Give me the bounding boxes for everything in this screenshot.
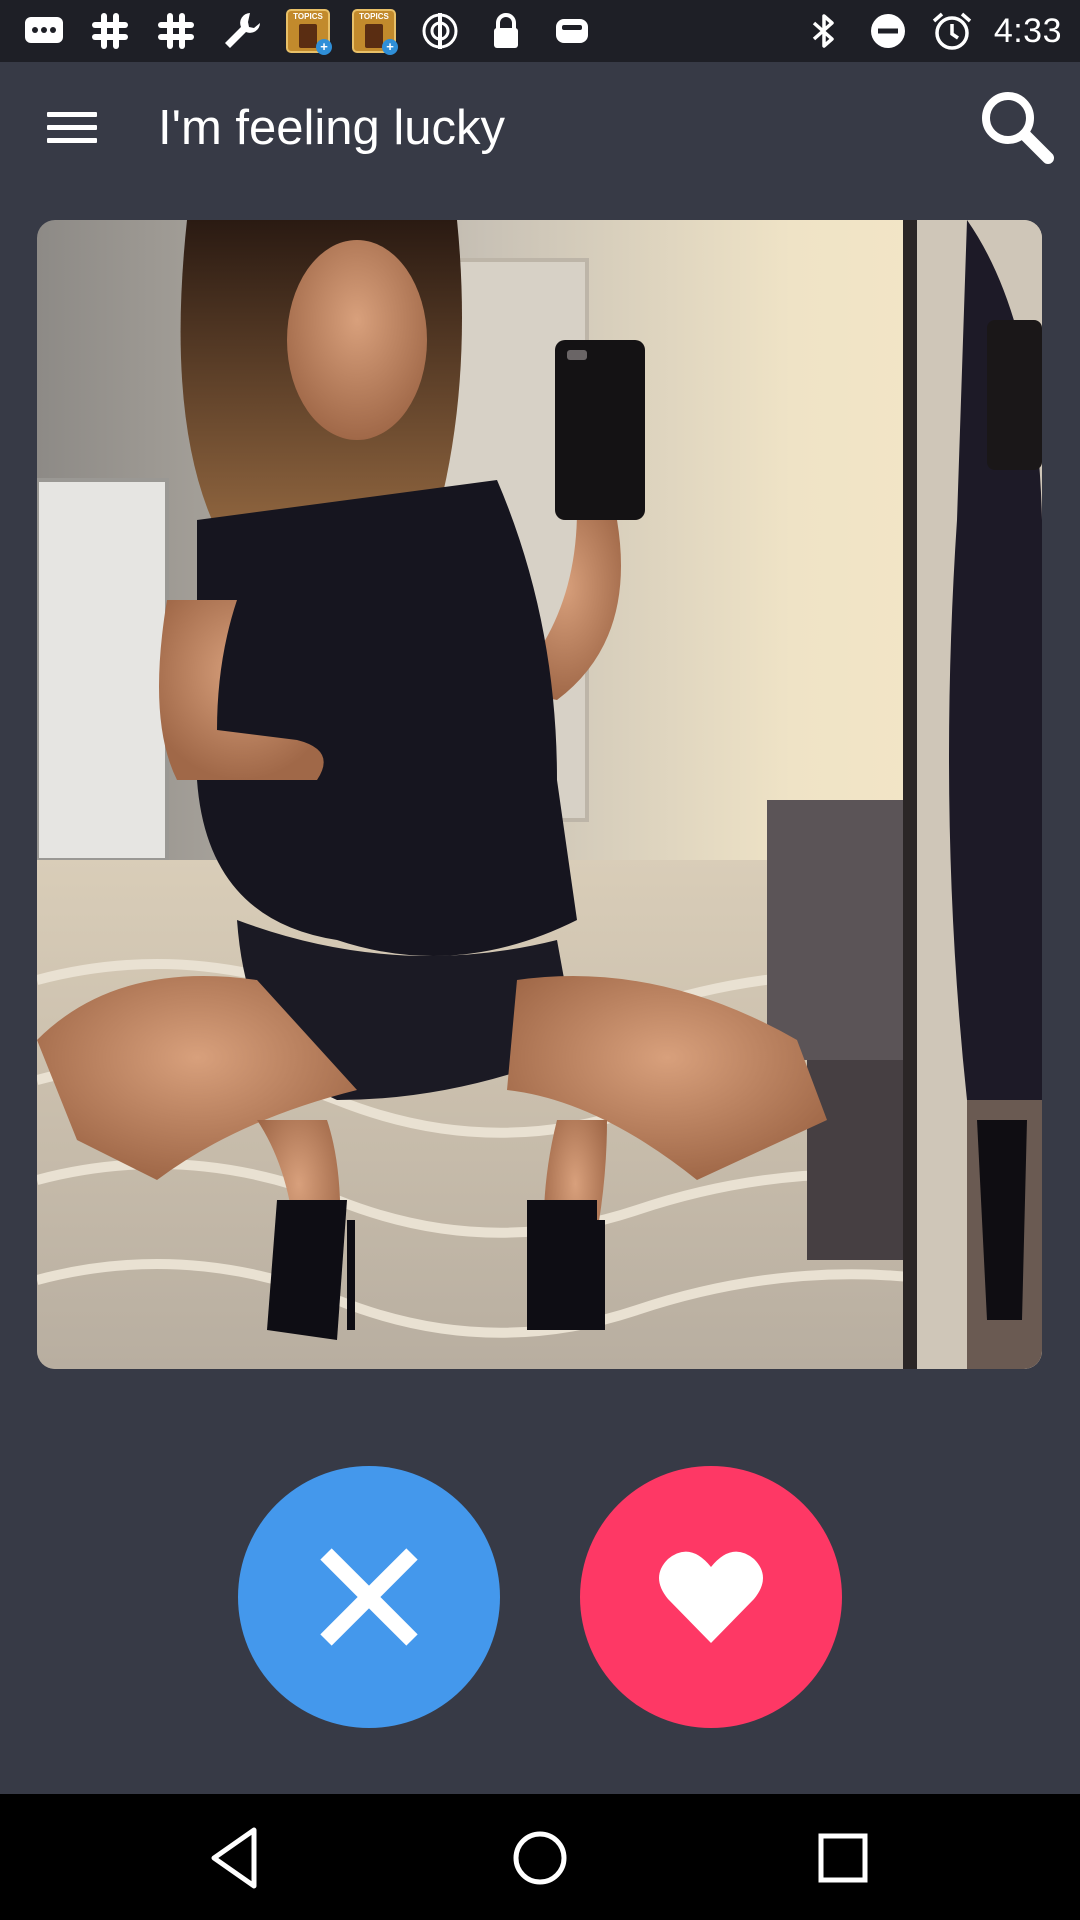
messages-icon [25, 17, 63, 43]
system-navigation-bar [0, 1794, 1080, 1920]
topics-label: TOPICS [359, 12, 389, 21]
page-title: I'm feeling lucky [158, 101, 506, 155]
home-circle-icon[interactable] [500, 1818, 580, 1898]
profile-photo-card[interactable] [37, 220, 1042, 1369]
hamburger-menu-icon[interactable] [34, 95, 112, 159]
dislike-button[interactable] [238, 1466, 500, 1728]
profile-photo [37, 220, 1042, 1369]
topics-app-icon: TOPICS + [286, 9, 332, 55]
topics-label: TOPICS [293, 12, 323, 21]
slack-icon [92, 13, 128, 49]
back-triangle-icon[interactable] [196, 1818, 276, 1898]
status-clock: 4:33 [993, 11, 1062, 50]
wrench-icon [225, 13, 260, 48]
alarm-icon [932, 12, 971, 50]
lock-icon [494, 13, 518, 48]
topics-app-icon: TOPICS + [352, 9, 398, 55]
bluetooth-icon [812, 14, 834, 48]
close-x-icon [320, 1548, 418, 1646]
cloud-icon [556, 19, 588, 43]
recents-square-icon[interactable] [803, 1818, 883, 1898]
app-bar: I'm feeling lucky [0, 62, 1080, 192]
search-icon[interactable] [970, 82, 1060, 172]
like-button[interactable] [580, 1466, 842, 1728]
status-right-icons: 4:33 [802, 8, 1062, 54]
sync-icon [422, 13, 458, 49]
status-bar: TOPICS + TOPICS + 4:33 [0, 0, 1080, 62]
status-left-icons: TOPICS + TOPICS + [22, 8, 594, 55]
slack-icon [158, 13, 194, 49]
do-not-disturb-icon [870, 14, 905, 48]
heart-icon [659, 1551, 763, 1643]
